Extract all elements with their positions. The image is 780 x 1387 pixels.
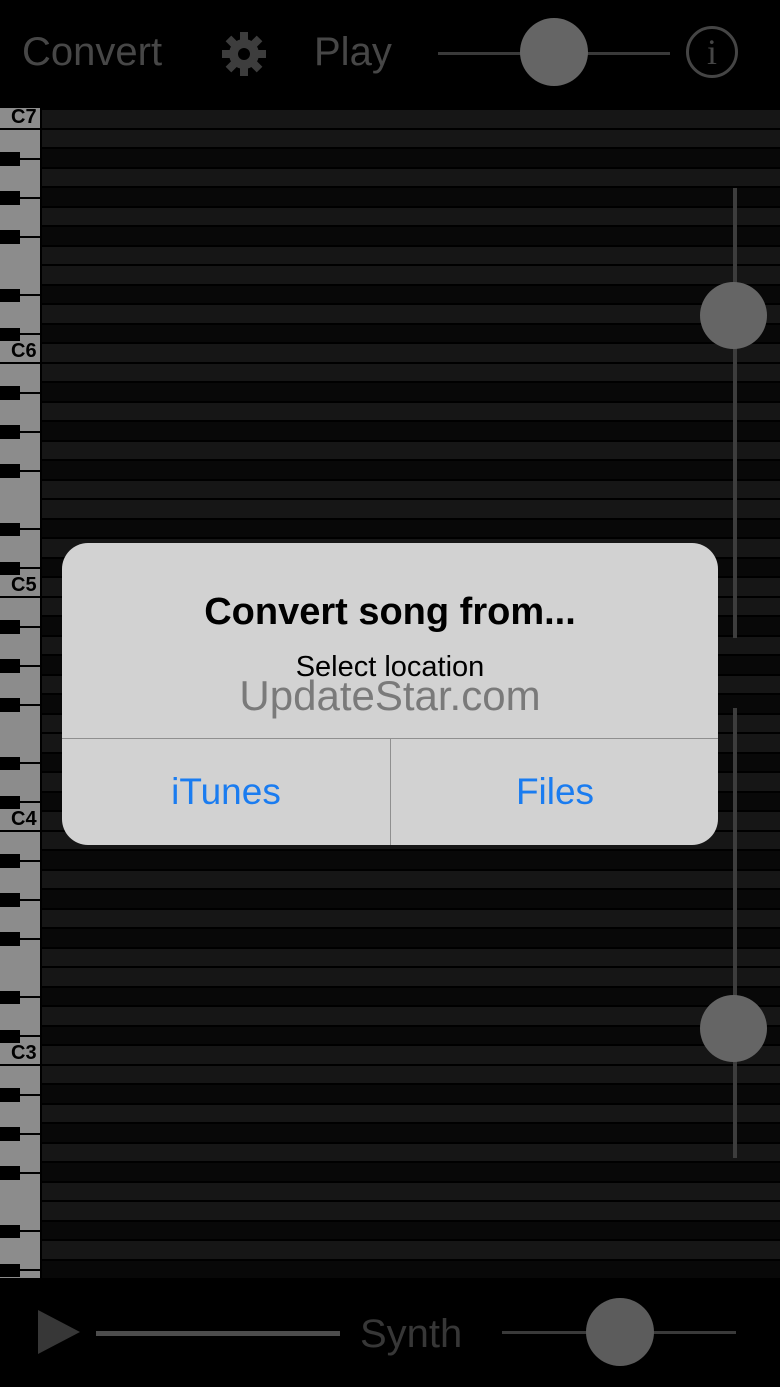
dialog-title: Convert song from... — [204, 591, 576, 633]
itunes-button[interactable]: iTunes — [62, 739, 390, 845]
files-button[interactable]: Files — [391, 739, 718, 845]
watermark: UpdateStar.com — [239, 672, 541, 719]
